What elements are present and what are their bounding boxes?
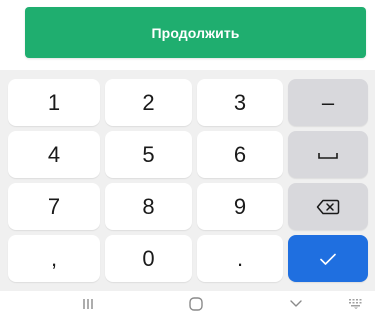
recent-apps-button[interactable] — [78, 295, 98, 313]
continue-button[interactable]: Продолжить — [25, 7, 366, 58]
key-8[interactable]: 8 — [105, 183, 192, 230]
key-done[interactable] — [288, 235, 368, 282]
space-icon — [318, 152, 338, 159]
keyboard-switch-button[interactable] — [346, 295, 366, 313]
back-chevron-icon — [290, 300, 302, 307]
keyboard-switch-icon — [349, 299, 362, 309]
key-1[interactable]: 1 — [8, 79, 100, 126]
top-area: Продолжить — [0, 0, 375, 70]
key-space[interactable] — [288, 131, 368, 178]
system-navigation-bar — [0, 291, 375, 317]
home-icon — [189, 297, 203, 311]
recent-apps-icon — [83, 299, 93, 309]
numeric-keyboard: 1 2 3 – 4 5 6 7 8 9 , 0 . — [0, 70, 375, 291]
key-4[interactable]: 4 — [8, 131, 100, 178]
key-5[interactable]: 5 — [105, 131, 192, 178]
key-dot[interactable]: . — [197, 235, 283, 282]
key-minus[interactable]: – — [288, 79, 368, 126]
key-6[interactable]: 6 — [197, 131, 283, 178]
key-9[interactable]: 9 — [197, 183, 283, 230]
checkmark-icon — [320, 253, 336, 265]
key-7[interactable]: 7 — [8, 183, 100, 230]
key-2[interactable]: 2 — [105, 79, 192, 126]
back-button[interactable] — [286, 295, 306, 313]
key-backspace[interactable] — [288, 183, 368, 230]
key-0[interactable]: 0 — [105, 235, 192, 282]
key-comma[interactable]: , — [8, 235, 100, 282]
backspace-icon — [316, 199, 340, 214]
key-3[interactable]: 3 — [197, 79, 283, 126]
home-button[interactable] — [186, 295, 206, 313]
